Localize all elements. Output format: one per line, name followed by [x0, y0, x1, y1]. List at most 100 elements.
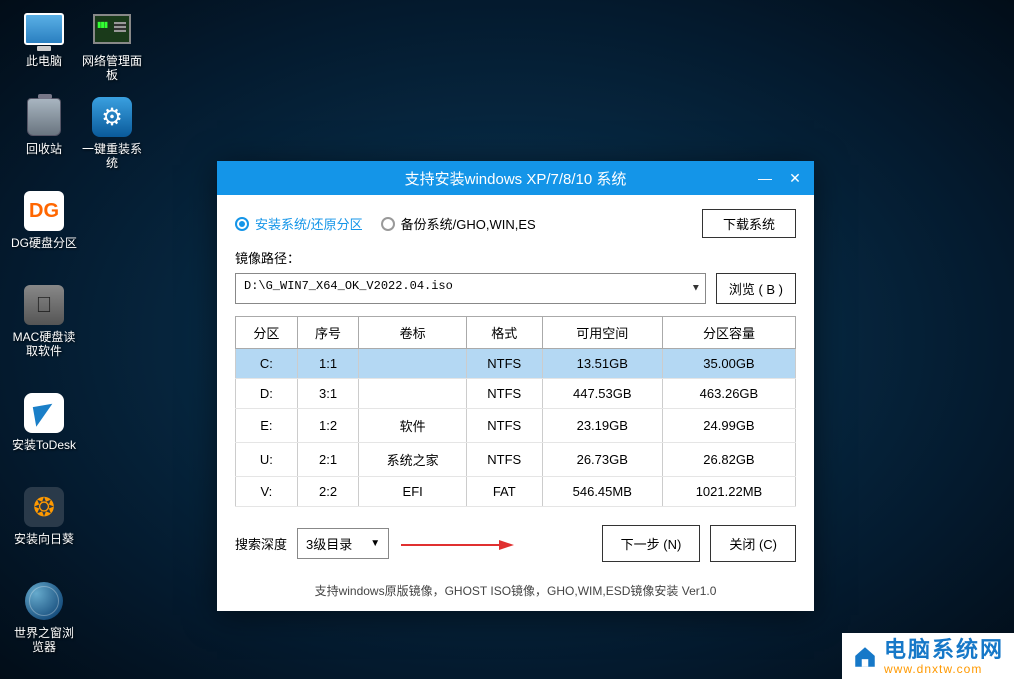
partition-col-header: 分区容量 [662, 317, 795, 349]
partition-row[interactable]: C:1:1 NTFS13.51GB35.00GB [236, 349, 796, 379]
partition-cell: U: [236, 443, 298, 477]
image-path-value: D:\G_WIN7_X64_OK_V2022.04.iso [244, 279, 453, 293]
desktop-icon-label: 一键重装系统 [78, 142, 146, 171]
partition-cell: NTFS [466, 409, 542, 443]
partition-cell: 546.45MB [542, 477, 662, 507]
partition-col-header: 序号 [297, 317, 359, 349]
image-path-label: 镜像路径： [235, 248, 796, 267]
desktop-icon-network-panel[interactable]: 网络管理面板 [78, 8, 146, 83]
partition-cell: EFI [359, 477, 467, 507]
watermark: 电脑系统网 www.dnxtw.com [842, 633, 1014, 679]
partition-cell: 23.19GB [542, 409, 662, 443]
search-depth-label: 搜索深度 [235, 534, 287, 553]
partition-cell: 24.99GB [662, 409, 795, 443]
partition-cell: 463.26GB [662, 379, 795, 409]
search-depth-value: 3级目录 [306, 534, 352, 553]
install-todesk-icon [24, 393, 64, 433]
partition-cell: D: [236, 379, 298, 409]
desktop-icon-label: 安装向日葵 [14, 532, 74, 546]
desktop-icon-label: 回收站 [26, 142, 62, 156]
radio-icon [235, 217, 249, 231]
theworld-browser-icon [25, 582, 63, 620]
chevron-down-icon: ▼ [370, 538, 380, 549]
partition-cell: E: [236, 409, 298, 443]
radio-install-label: 安装系统/还原分区 [255, 214, 363, 233]
partition-cell: 系统之家 [359, 443, 467, 477]
partition-cell: 2:2 [297, 477, 359, 507]
onekey-reinstall-icon [92, 97, 132, 137]
recycle-bin-icon [27, 98, 61, 136]
titlebar[interactable]: 支持安装windows XP/7/8/10 系统 — ✕ [217, 161, 814, 195]
partition-row[interactable]: D:3:1 NTFS447.53GB463.26GB [236, 379, 796, 409]
partition-cell [359, 349, 467, 379]
partition-cell [359, 379, 467, 409]
partition-cell: 1:1 [297, 349, 359, 379]
partition-cell: 13.51GB [542, 349, 662, 379]
house-icon [852, 644, 878, 670]
close-icon: ✕ [789, 170, 801, 187]
partition-cell: 447.53GB [542, 379, 662, 409]
partition-cell: 1021.22MB [662, 477, 795, 507]
partition-cell: NTFS [466, 379, 542, 409]
partition-cell: V: [236, 477, 298, 507]
dialog-title: 支持安装windows XP/7/8/10 系统 [405, 168, 627, 189]
partition-cell: C: [236, 349, 298, 379]
desktop-icon-label: DG硬盘分区 [11, 236, 77, 250]
partition-cell: FAT [466, 477, 542, 507]
desktop-icon-mac-disk-reader[interactable]:  MAC硬盘读取软件 [10, 284, 78, 359]
dg-partition-icon: DG [24, 191, 64, 231]
partition-col-header: 分区 [236, 317, 298, 349]
partition-table: 分区序号卷标格式可用空间分区容量 C:1:1NTFS13.51GB35.00GB… [235, 316, 796, 507]
desktop-icon-theworld-browser[interactable]: 世界之窗浏览器 [10, 580, 78, 655]
close-x-button[interactable]: ✕ [784, 169, 806, 187]
radio-icon [381, 217, 395, 231]
partition-cell: NTFS [466, 349, 542, 379]
partition-cell: NTFS [466, 443, 542, 477]
watermark-en: www.dnxtw.com [884, 663, 1004, 675]
desktop-icon-install-todesk[interactable]: 安装ToDesk [10, 392, 78, 452]
close-button[interactable]: 关闭 (C) [710, 525, 796, 562]
partition-cell: 3:1 [297, 379, 359, 409]
download-system-button[interactable]: 下载系统 [702, 209, 796, 238]
partition-cell: 26.82GB [662, 443, 795, 477]
minimize-icon: — [758, 170, 772, 186]
dialog-footer: 支持windows原版镜像，GHOST ISO镜像，GHO,WIM,ESD镜像安… [217, 572, 814, 611]
installer-dialog: 支持安装windows XP/7/8/10 系统 — ✕ 安装系统/还原分区 备… [217, 161, 814, 611]
network-panel-icon [93, 14, 131, 44]
browse-button[interactable]: 浏览 ( B ) [716, 273, 796, 304]
search-depth-select[interactable]: 3级目录 ▼ [297, 528, 389, 559]
desktop-icon-label: 世界之窗浏览器 [10, 626, 78, 655]
desktop-icon-onekey-reinstall[interactable]: 一键重装系统 [78, 96, 146, 171]
partition-col-header: 格式 [466, 317, 542, 349]
desktop-icon-label: 此电脑 [26, 54, 62, 68]
partition-row[interactable]: U:2:1系统之家NTFS26.73GB26.82GB [236, 443, 796, 477]
partition-cell: 26.73GB [542, 443, 662, 477]
desktop-icon-label: MAC硬盘读取软件 [10, 330, 78, 359]
desktop-icon-dg-partition[interactable]: DG DG硬盘分区 [10, 190, 78, 250]
partition-row[interactable]: V:2:2EFIFAT546.45MB1021.22MB [236, 477, 796, 507]
desktop-icon-label: 网络管理面板 [78, 54, 146, 83]
watermark-cn: 电脑系统网 [884, 639, 1004, 661]
partition-cell: 1:2 [297, 409, 359, 443]
minimize-button[interactable]: — [754, 169, 776, 187]
partition-row[interactable]: E:1:2软件NTFS23.19GB24.99GB [236, 409, 796, 443]
partition-col-header: 卷标 [359, 317, 467, 349]
next-button[interactable]: 下一步 (N) [602, 525, 701, 562]
annotation-arrow [399, 538, 514, 550]
chevron-down-icon: ▼ [693, 283, 699, 294]
partition-cell: 2:1 [297, 443, 359, 477]
desktop-icon-label: 安装ToDesk [12, 438, 76, 452]
radio-install-restore[interactable]: 安装系统/还原分区 [235, 214, 363, 233]
install-sunflower-icon [24, 487, 64, 527]
image-path-combo[interactable]: D:\G_WIN7_X64_OK_V2022.04.iso ▼ [235, 273, 706, 304]
desktop-icon-this-pc[interactable]: 此电脑 [10, 8, 78, 68]
partition-cell: 35.00GB [662, 349, 795, 379]
partition-col-header: 可用空间 [542, 317, 662, 349]
this-pc-icon [24, 13, 64, 45]
partition-cell: 软件 [359, 409, 467, 443]
radio-backup-label: 备份系统/GHO,WIN,ES [401, 214, 536, 233]
mac-disk-reader-icon:  [24, 285, 64, 325]
desktop-icon-install-sunflower[interactable]: 安装向日葵 [10, 486, 78, 546]
radio-backup[interactable]: 备份系统/GHO,WIN,ES [381, 214, 536, 233]
desktop-icon-recycle-bin[interactable]: 回收站 [10, 96, 78, 156]
